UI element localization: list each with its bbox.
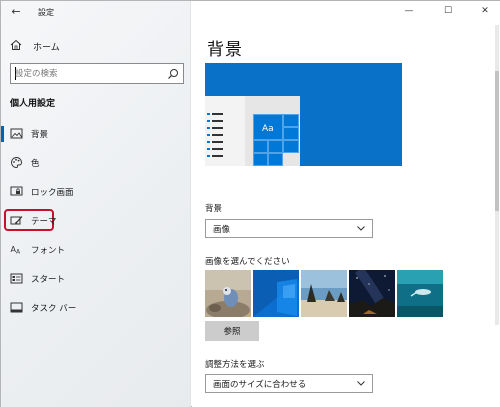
preview-dash [207, 148, 210, 150]
preview-line [212, 148, 223, 150]
sidebar-item-label: タスク バー [31, 304, 77, 314]
image-thumbnail-coast[interactable] [301, 270, 347, 317]
page-title: 背景 [207, 40, 243, 60]
bird-photo-icon [205, 270, 251, 317]
preview-tile [283, 114, 299, 127]
preview-line [212, 155, 223, 157]
preview-start-panel [205, 96, 245, 166]
preview-tile [253, 153, 268, 166]
preview-dash [207, 141, 210, 143]
sidebar-item-taskbar[interactable]: タスク バー [1, 298, 191, 318]
fit-label: 調整方法を選ぶ [205, 360, 265, 370]
search-input[interactable] [15, 66, 165, 81]
selection-indicator [1, 126, 4, 142]
sidebar-item-label: フォント [31, 246, 66, 256]
sidebar-item-lock-screen[interactable]: ロック画面 [1, 182, 191, 202]
preview-line [212, 127, 223, 129]
main-panel: — ☐ ✕ 背景 Aa 背景 画像 画像を選んでください 参照 調整方法を選ぶ … [192, 1, 500, 407]
preview-line [212, 141, 223, 143]
preview-dash [207, 155, 210, 157]
settings-window: ← 設定 ホーム 個人用設定 背景 [0, 0, 500, 407]
sidebar-item-label: ロック画面 [31, 188, 74, 198]
preview-dash [207, 120, 210, 122]
sidebar-item-label: 背景 [31, 130, 49, 140]
preview-dash [207, 134, 210, 136]
section-heading: 個人用設定 [10, 99, 56, 109]
image-thumbnail-bird[interactable] [205, 270, 251, 317]
preview-tile [268, 153, 283, 166]
preview-sample-text: Aa [262, 124, 274, 134]
image-thumbnail-windows[interactable] [253, 270, 299, 317]
recent-images [205, 270, 455, 317]
window-title: 設定 [38, 8, 54, 17]
home-icon [10, 39, 22, 50]
svg-text:A: A [16, 249, 21, 256]
sidebar-item-label: ホーム [33, 43, 60, 53]
preview-line [212, 113, 223, 115]
image-thumbnail-night-sky[interactable] [349, 270, 395, 317]
start-menu-icon [10, 273, 23, 284]
preview-dash [207, 127, 210, 129]
taskbar-icon [10, 302, 23, 313]
sidebar-item-color[interactable]: 色 [1, 153, 191, 173]
background-dropdown[interactable]: 画像 [205, 219, 373, 238]
preview-dash [207, 113, 210, 115]
preview-line [212, 134, 223, 136]
maximize-button[interactable]: ☐ [441, 4, 455, 18]
close-button[interactable]: ✕ [478, 4, 492, 18]
sidebar-item-start[interactable]: スタート [1, 269, 191, 289]
sidebar-item-label: テーマ [31, 217, 57, 227]
scrollbar-thumb[interactable] [495, 71, 499, 211]
sidebar-item-home[interactable]: ホーム [1, 37, 191, 55]
preview-tile [283, 140, 299, 153]
preview-tile [268, 140, 283, 153]
preview-tile [283, 127, 299, 140]
sidebar-item-theme[interactable]: テーマ [1, 209, 191, 231]
sidebar-item-label: スタート [31, 275, 66, 285]
minimize-button[interactable]: — [402, 4, 416, 18]
sidebar: ← 設定 ホーム 個人用設定 背景 [1, 1, 191, 407]
fit-dropdown[interactable]: 画面のサイズに合わせる [205, 374, 373, 393]
background-preview: Aa [205, 63, 402, 166]
underwater-photo-icon [397, 270, 443, 317]
choose-image-label: 画像を選んでください [205, 257, 290, 267]
browse-button[interactable]: 参照 [205, 321, 259, 341]
picture-icon [10, 128, 23, 139]
sidebar-item-background[interactable]: 背景 [1, 124, 191, 144]
sidebar-item-font[interactable]: A A フォント [1, 240, 191, 260]
preview-tile [253, 140, 268, 153]
chevron-down-icon [357, 226, 365, 231]
search-field[interactable] [10, 63, 184, 84]
image-thumbnail-underwater[interactable] [397, 270, 443, 317]
chevron-down-icon [357, 381, 365, 386]
back-arrow-icon[interactable]: ← [9, 5, 23, 19]
background-label: 背景 [205, 204, 223, 214]
dropdown-value: 画像 [213, 225, 231, 235]
search-icon[interactable] [167, 68, 179, 80]
font-icon: A A [11, 245, 22, 256]
palette-icon [11, 157, 22, 168]
coast-photo-icon [301, 270, 347, 317]
lock-screen-icon [10, 186, 23, 196]
preview-line [212, 120, 223, 122]
windows-logo-wallpaper-icon [253, 270, 299, 317]
theme-brush-icon [10, 216, 23, 225]
dropdown-value: 画面のサイズに合わせる [213, 380, 307, 390]
sidebar-item-label: 色 [31, 159, 40, 169]
window-controls: — ☐ ✕ [390, 1, 500, 23]
night-sky-photo-icon [349, 270, 395, 317]
